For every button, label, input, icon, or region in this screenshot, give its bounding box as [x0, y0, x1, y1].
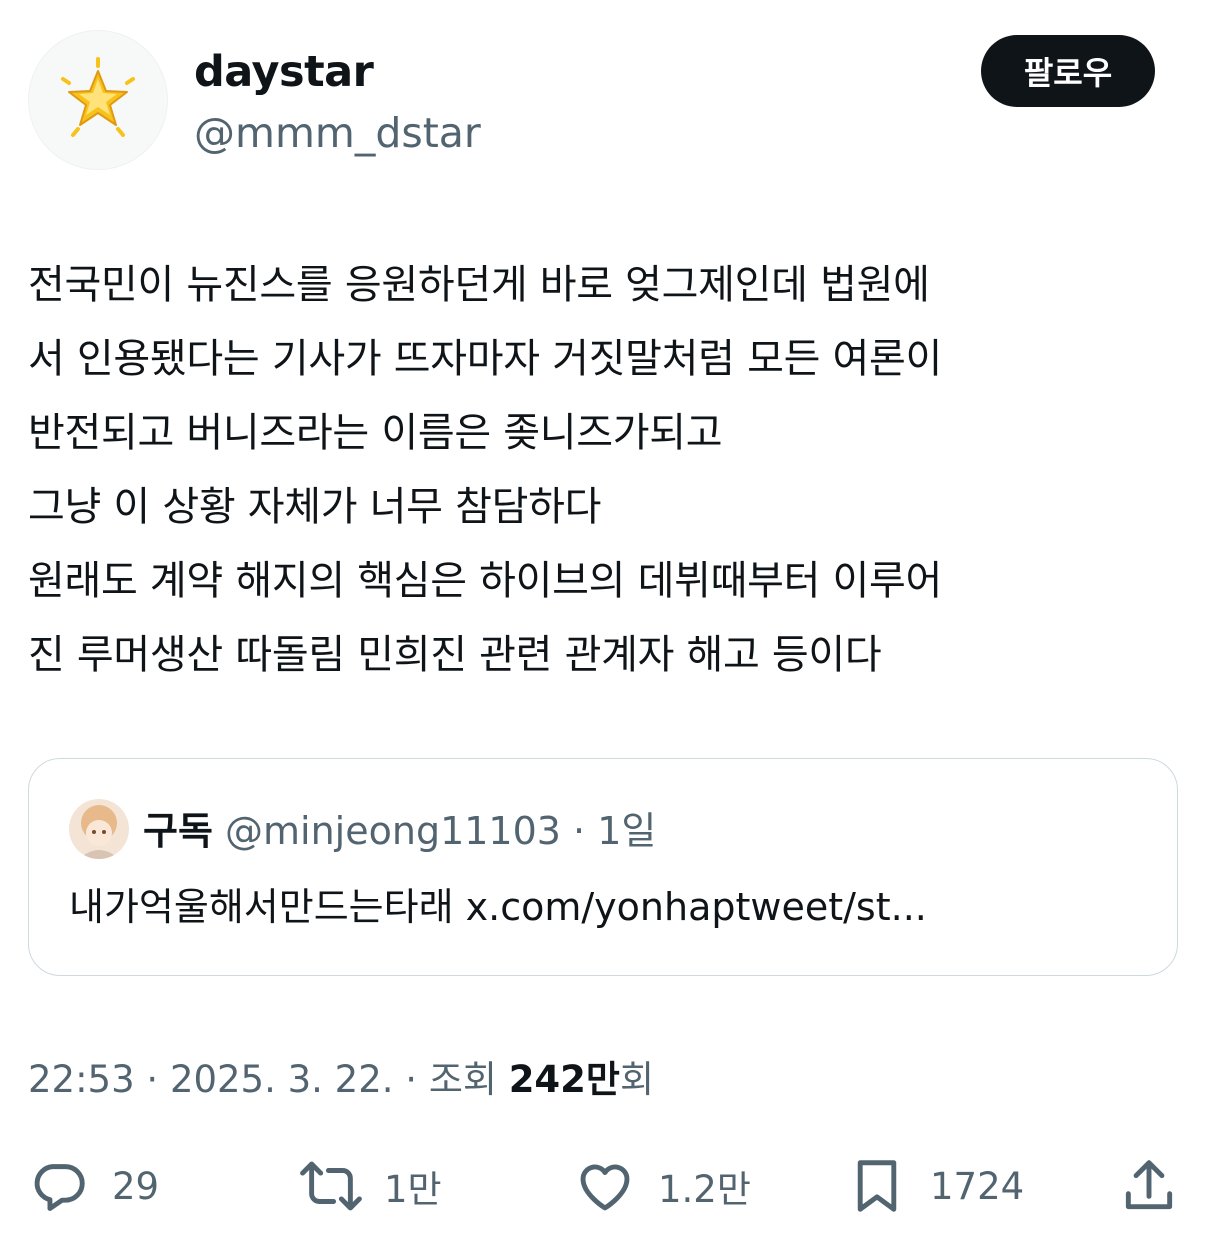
- glowing-star-icon: [61, 57, 135, 137]
- tweet-text-line: 진 루머생산 따돌림 민희진 관련 관계자 해고 등이다: [28, 632, 882, 678]
- follow-button[interactable]: 팔로우: [981, 35, 1155, 107]
- tweet-text-line: 원래도 계약 해지의 핵심은 하이브의 데뷔때부터 이루어: [28, 558, 942, 604]
- reply-count: 29: [112, 1164, 160, 1208]
- tweet-text: 전국민이 뉴진스를 응원하던게 바로 엊그제인데 법원에 서 인용됐다는 기사가…: [28, 248, 1188, 692]
- retweet-button[interactable]: 1만: [300, 1148, 442, 1224]
- tweet-text-line: 서 인용됐다는 기사가 뜨자마자 거짓말처럼 모든 여론이: [28, 336, 942, 382]
- retweet-icon: [300, 1161, 362, 1211]
- reply-icon: [34, 1164, 85, 1211]
- tweet-text-line: 반전되고 버니즈라는 이름은 좆니즈가되고: [28, 410, 723, 456]
- quote-author-handle[interactable]: @minjeong11103: [225, 809, 561, 853]
- meta-separator: ·: [134, 1058, 170, 1101]
- author-handle[interactable]: @mmm_dstar: [194, 106, 481, 160]
- quote-text: 내가억울해서만드는타래 x.com/yonhaptweet/st...: [69, 885, 927, 929]
- action-bar: 29 1만 1.2만 1724: [0, 1148, 1206, 1224]
- quote-header: 구독 @minjeong11103 · 1일: [143, 803, 656, 859]
- reply-button[interactable]: 29: [28, 1148, 159, 1224]
- bookmark-count: 1724: [930, 1164, 1025, 1208]
- share-icon: [1125, 1160, 1173, 1210]
- retweet-count: 1만: [384, 1168, 442, 1211]
- meta-separator: ·: [393, 1058, 429, 1101]
- author-display-name[interactable]: daystar: [194, 44, 374, 100]
- quote-separator: ·: [560, 809, 598, 853]
- quote-author-avatar[interactable]: [69, 799, 129, 859]
- heart-icon: [580, 1164, 630, 1211]
- views-label: 조회: [428, 1058, 497, 1101]
- views-suffix: 회: [619, 1058, 655, 1101]
- views-count: 242만: [508, 1058, 620, 1101]
- share-button[interactable]: [1118, 1148, 1180, 1224]
- tweet-time[interactable]: 22:53: [28, 1058, 135, 1101]
- quoted-tweet-card[interactable]: 구독 @minjeong11103 · 1일 내가억울해서만드는타래 x.com…: [28, 758, 1178, 976]
- tweet-date[interactable]: 2025. 3. 22.: [170, 1058, 394, 1101]
- avatar-image: [69, 799, 129, 859]
- quote-author-name[interactable]: 구독: [143, 809, 213, 853]
- quote-timestamp[interactable]: 1일: [597, 809, 656, 853]
- bookmark-icon: [857, 1160, 897, 1212]
- tweet-meta: 22:53 · 2025. 3. 22. · 조회 242만회: [28, 1050, 654, 1110]
- like-button[interactable]: 1.2만: [574, 1148, 751, 1224]
- bookmark-button[interactable]: 1724: [846, 1148, 1024, 1224]
- tweet-text-line: 전국민이 뉴진스를 응원하던게 바로 엊그제인데 법원에: [28, 262, 930, 308]
- like-count: 1.2만: [658, 1168, 751, 1211]
- author-avatar[interactable]: [28, 30, 168, 170]
- tweet-text-line: 그냥 이 상황 자체가 너무 참담하다: [28, 484, 602, 530]
